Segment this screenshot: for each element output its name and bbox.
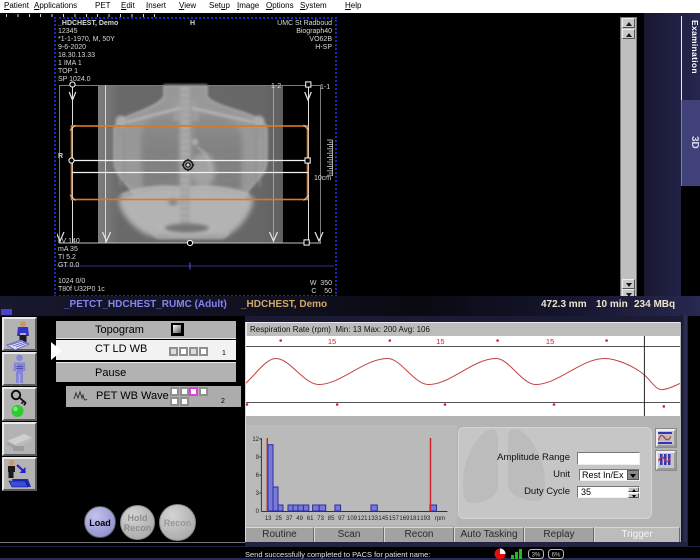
svg-text:rpm: rpm [435, 516, 445, 522]
svg-text:181: 181 [410, 516, 421, 522]
svg-text:193: 193 [420, 516, 431, 522]
svg-text:15: 15 [328, 337, 336, 346]
svg-text:6%: 6% [552, 553, 561, 559]
svg-text:13: 13 [265, 516, 272, 522]
svg-text:169: 169 [399, 516, 410, 522]
svg-text:85: 85 [328, 516, 335, 522]
svg-text:12: 12 [252, 437, 259, 443]
svg-text:3%: 3% [532, 553, 541, 559]
svg-text:145: 145 [378, 516, 389, 522]
svg-text:109: 109 [347, 516, 358, 522]
svg-text:121: 121 [357, 516, 368, 522]
svg-text:97: 97 [338, 516, 345, 522]
svg-text:49: 49 [296, 516, 303, 522]
svg-text:133: 133 [368, 516, 379, 522]
svg-text:25: 25 [275, 516, 282, 522]
svg-text:73: 73 [317, 516, 324, 522]
svg-text:157: 157 [389, 516, 400, 522]
svg-text:15: 15 [546, 337, 554, 346]
svg-text:61: 61 [307, 516, 314, 522]
svg-text:15: 15 [436, 337, 444, 346]
svg-text:37: 37 [286, 516, 293, 522]
